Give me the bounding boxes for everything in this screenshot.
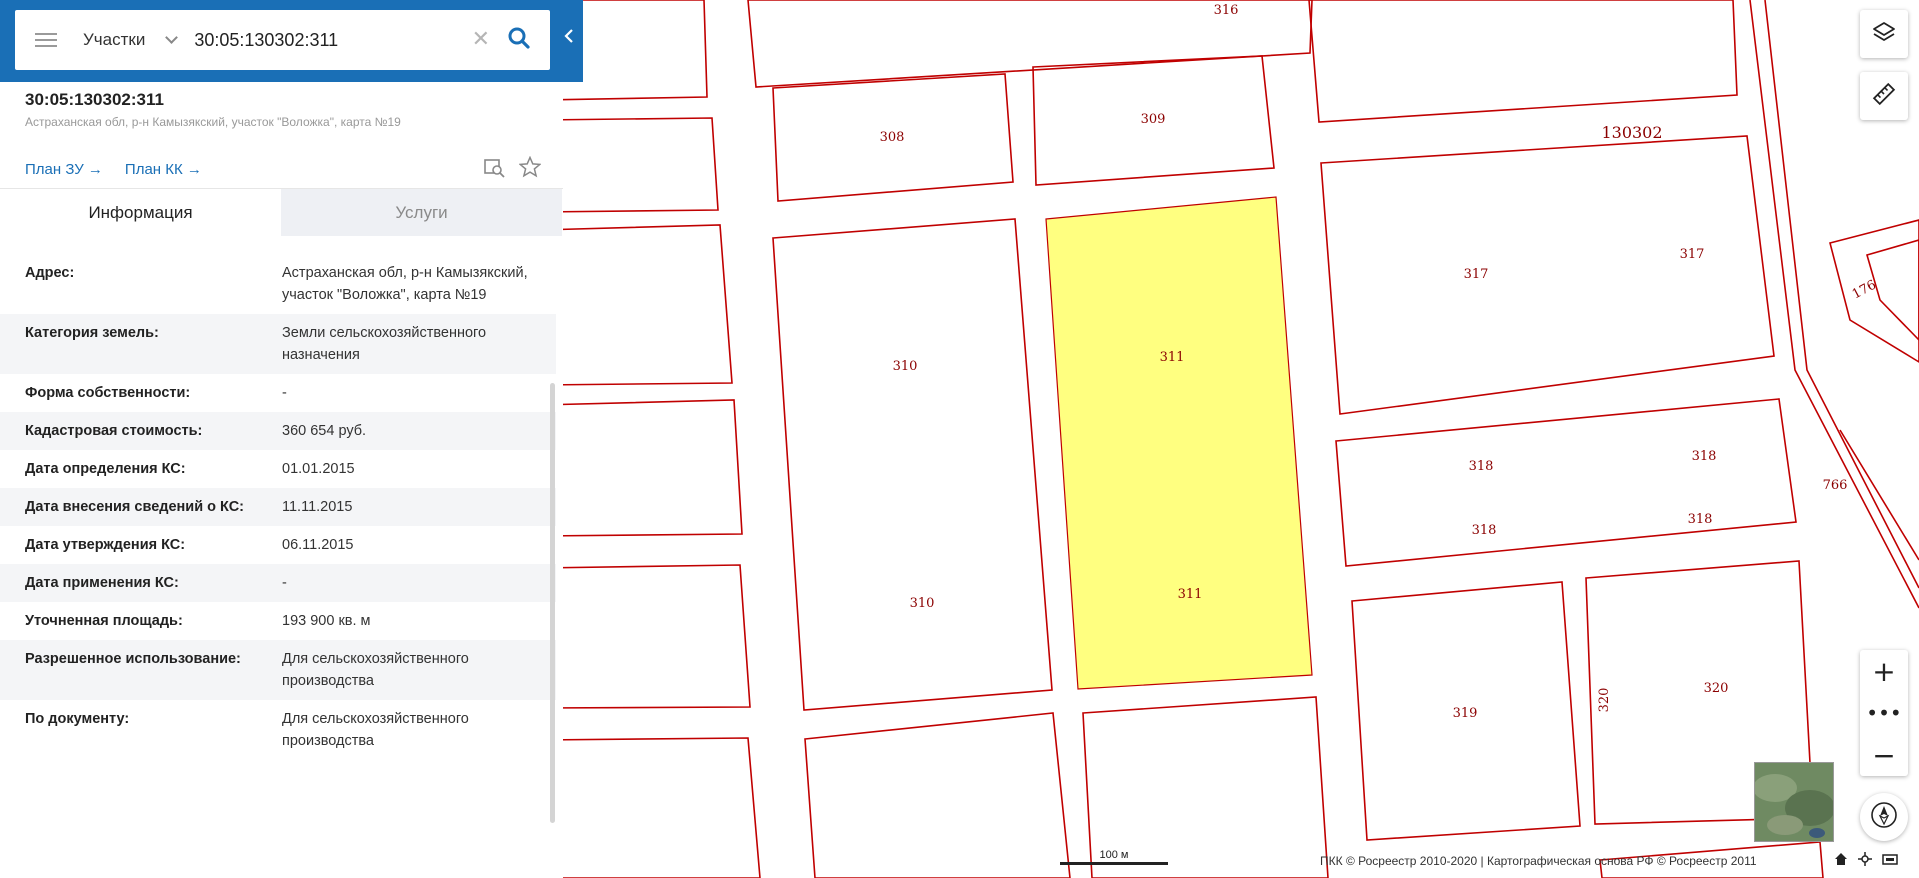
info-row-entry-date: Дата внесения сведений о КС: 11.11.2015 xyxy=(0,488,556,526)
plot-label: 308 xyxy=(880,130,905,145)
info-table: Адрес: Астраханская обл, р-н Камызякский… xyxy=(0,254,556,760)
info-row-land-category: Категория земель: Земли сельскохозяйстве… xyxy=(0,314,556,374)
info-key: Категория земель: xyxy=(25,325,159,341)
search-input[interactable]: 30:05:130302:311 xyxy=(194,30,471,51)
plot-label: 766 xyxy=(1823,478,1848,493)
info-value: Астраханская обл, р-н Камызякский, участ… xyxy=(282,265,528,303)
info-value: - xyxy=(282,575,287,591)
scale-bar: 100 м xyxy=(1060,849,1168,865)
info-key: По документу: xyxy=(25,711,130,727)
object-address: Астраханская обл, р-н Камызякский, участ… xyxy=(25,115,401,129)
plot-label: 318 xyxy=(1472,523,1497,538)
info-value: - xyxy=(282,385,287,401)
search-type-select[interactable]: Участки xyxy=(83,30,145,50)
info-key: Форма собственности: xyxy=(25,385,191,401)
plot-label: 317 xyxy=(1680,247,1705,262)
plot-label: 318 xyxy=(1469,459,1494,474)
info-value: Для сельскохозяйственного производства xyxy=(282,651,469,689)
info-key: Дата внесения сведений о КС: xyxy=(25,499,245,515)
clear-icon[interactable]: ✕ xyxy=(472,29,490,51)
selected-plot-311 xyxy=(1045,196,1313,690)
plot-label: 316 xyxy=(1214,3,1239,18)
plot-label: 318 xyxy=(1692,449,1717,464)
locate-icon[interactable] xyxy=(1858,851,1872,870)
header-actions xyxy=(483,155,542,182)
info-value: 06.11.2015 xyxy=(282,537,354,553)
info-row-application-date: Дата применения КС: - xyxy=(0,564,556,602)
info-row-approval-date: Дата утверждения КС: 06.11.2015 xyxy=(0,526,556,564)
collapse-icon[interactable] xyxy=(563,28,575,48)
zoom-plot-icon[interactable] xyxy=(483,156,505,182)
info-row-address: Адрес: Астраханская обл, р-н Камызякский… xyxy=(0,254,556,314)
plan-links: План ЗУ → План КК → xyxy=(25,161,202,178)
info-row-ownership: Форма собственности: - xyxy=(0,374,556,412)
more-icon[interactable]: ••• xyxy=(1860,692,1908,734)
panel-scrollbar[interactable] xyxy=(550,383,555,823)
bottom-toolbar xyxy=(1834,851,1898,870)
zoom-controls: + ••• − xyxy=(1860,650,1908,776)
search-icon[interactable] xyxy=(508,27,530,53)
plan-zu-link[interactable]: План ЗУ → xyxy=(25,161,103,178)
info-value: 11.11.2015 xyxy=(282,499,353,515)
ruler-icon xyxy=(1872,82,1896,110)
map-attribution: ПКК © Росреестр 2010-2020 | Картографиче… xyxy=(1320,854,1757,868)
info-value: 360 654 руб. xyxy=(282,423,367,439)
info-row-permitted-use: Разрешенное использование: Для сельскохо… xyxy=(0,640,556,700)
compass-icon xyxy=(1870,801,1898,833)
plot-label: 319 xyxy=(1453,706,1478,721)
block-label: 130302 xyxy=(1601,123,1662,142)
plot-label: 320 xyxy=(1597,688,1612,713)
search-bar: Участки 30:05:130302:311 ✕ xyxy=(0,0,583,82)
info-key: Дата применения КС: xyxy=(25,575,179,591)
info-row-area: Уточненная площадь: 193 900 кв. м xyxy=(0,602,556,640)
info-key: Дата определения КС: xyxy=(25,461,186,477)
plot-label: 311 xyxy=(1160,350,1185,365)
scale-label: 100 м xyxy=(1099,849,1129,861)
info-value: Земли сельскохозяйственного назначения xyxy=(282,325,487,363)
info-row-value-date: Дата определения КС: 01.01.2015 xyxy=(0,450,556,488)
info-value: Для сельскохозяйственного производства xyxy=(282,711,469,749)
favorite-star-icon[interactable] xyxy=(518,155,542,182)
plot-label: 309 xyxy=(1141,112,1166,127)
zoom-in-icon[interactable]: + xyxy=(1860,650,1908,692)
plot-label: 311 xyxy=(1178,587,1203,602)
chevron-down-icon[interactable] xyxy=(165,31,179,44)
plot-label: 310 xyxy=(910,596,935,611)
plot-label: 318 xyxy=(1688,512,1713,527)
tab-services[interactable]: Услуги xyxy=(281,189,562,236)
compass-button[interactable] xyxy=(1860,793,1908,841)
menu-icon[interactable] xyxy=(35,29,57,51)
info-key: Уточненная площадь: xyxy=(25,613,183,629)
plot-label: 310 xyxy=(893,359,918,374)
info-key: Адрес: xyxy=(25,265,75,281)
zoom-out-icon[interactable]: − xyxy=(1860,734,1908,776)
tab-info[interactable]: Информация xyxy=(0,189,281,236)
search-box: Участки 30:05:130302:311 ✕ xyxy=(15,10,550,70)
info-panel: Участки 30:05:130302:311 ✕ 30:05:130302:… xyxy=(0,0,583,878)
info-row-document-use: По документу: Для сельскохозяйственного … xyxy=(0,700,556,760)
tab-bar: Информация Услуги xyxy=(0,188,563,236)
plot-label: 317 xyxy=(1464,267,1489,282)
home-icon[interactable] xyxy=(1834,851,1848,870)
print-icon[interactable] xyxy=(1882,851,1898,870)
info-key: Разрешенное использование: xyxy=(25,651,241,667)
info-row-cadastral-value: Кадастровая стоимость: 360 654 руб. xyxy=(0,412,556,450)
ruler-button[interactable] xyxy=(1860,72,1908,120)
layers-icon xyxy=(1872,20,1896,48)
layers-button[interactable] xyxy=(1860,10,1908,58)
info-key: Дата утверждения КС: xyxy=(25,537,186,553)
cadastral-number: 30:05:130302:311 xyxy=(25,90,164,109)
minimap[interactable] xyxy=(1754,762,1834,842)
plan-kk-link[interactable]: План КК → xyxy=(125,161,202,178)
plot-label: 320 xyxy=(1704,681,1729,696)
info-value: 01.01.2015 xyxy=(282,461,355,477)
object-header: 30:05:130302:311 Астраханская обл, р-н К… xyxy=(25,90,401,129)
info-key: Кадастровая стоимость: xyxy=(25,423,203,439)
info-value: 193 900 кв. м xyxy=(282,613,371,629)
